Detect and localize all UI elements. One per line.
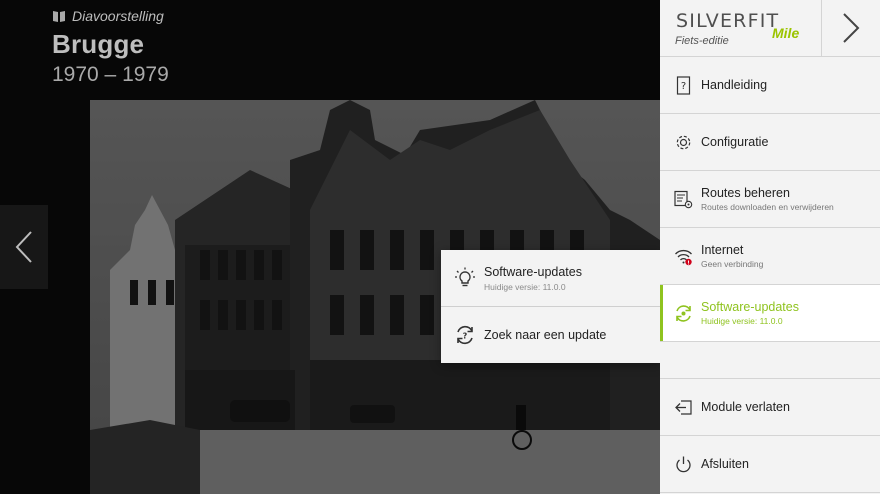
- kicker-text: Diavoorstelling: [72, 8, 164, 24]
- svg-text:!: !: [687, 260, 690, 266]
- menu-label: Configuratie: [701, 135, 769, 149]
- menu-sublabel: Geen verbinding: [701, 259, 764, 269]
- chevron-right-icon: [843, 13, 860, 43]
- wifi-error-icon: !: [675, 249, 692, 266]
- gear-icon: [676, 135, 691, 149]
- logo-edition: Fiets-editie: [675, 35, 729, 47]
- power-icon: [676, 456, 691, 472]
- menu-label: Handleiding: [701, 78, 768, 92]
- check-for-update-label: Zoek naar een update: [484, 328, 607, 342]
- menu-item-afsluiten[interactable]: Afsluiten: [660, 436, 880, 493]
- sync-icon: [676, 304, 691, 322]
- menu-spacer: [660, 342, 880, 379]
- flyout-version-info: Software-updates Huidige versie: 11.0.0: [441, 250, 661, 306]
- flyout-header-sub: Huidige versie: 11.0.0: [484, 281, 566, 292]
- logo-word: SILVERFIT: [676, 10, 780, 32]
- menu-item-module-verlaten[interactable]: Module verlaten: [660, 379, 880, 436]
- slideshow-stage: Diavoorstelling Brugge 1970 – 1979: [0, 0, 660, 494]
- routes-settings-icon: [674, 190, 693, 208]
- menu-header: SILVERFIT Fiets-editie Mile: [660, 0, 880, 57]
- menu-item-routes-beheren[interactable]: Routes beheren Routes downloaden en verw…: [660, 171, 880, 228]
- software-updates-flyout: Software-updates Huidige versie: 11.0.0 …: [441, 250, 661, 363]
- menu-label: Routes beheren: [701, 186, 790, 200]
- flyout-header-label: Software-updates: [484, 264, 582, 279]
- menu-label: Software-updates: [701, 300, 799, 314]
- menu-item-software-updates[interactable]: Software-updates Huidige versie: 11.0.0: [660, 285, 880, 342]
- slideshow-kicker: Diavoorstelling: [52, 6, 169, 26]
- menu-label: Afsluiten: [701, 457, 749, 471]
- silverfit-logo: SILVERFIT Fiets-editie Mile: [660, 0, 822, 56]
- sync-question-icon: ?: [457, 325, 473, 345]
- exit-icon: [675, 399, 692, 415]
- lightbulb-icon: [455, 267, 475, 287]
- svg-text:?: ?: [463, 332, 468, 341]
- help-page-icon: ?: [676, 75, 691, 95]
- menu-sublabel: Routes downloaden en verwijderen: [701, 202, 834, 212]
- menu-label: Internet: [701, 243, 744, 257]
- menu-item-internet[interactable]: ! Internet Geen verbinding: [660, 228, 880, 285]
- slide-caption: Diavoorstelling Brugge 1970 – 1979: [52, 6, 169, 87]
- chevron-left-icon: [15, 231, 32, 263]
- slide-years: 1970 – 1979: [52, 63, 169, 86]
- side-menu: SILVERFIT Fiets-editie Mile ? Handleidin…: [660, 0, 880, 494]
- menu-label: Module verlaten: [701, 400, 790, 414]
- slide-title: Brugge: [52, 29, 145, 59]
- svg-text:?: ?: [681, 81, 686, 92]
- book-icon: [53, 11, 65, 22]
- close-menu-button[interactable]: [822, 0, 880, 56]
- menu-sublabel: Huidige versie: 11.0.0: [701, 316, 783, 326]
- previous-slide-button[interactable]: [0, 205, 48, 289]
- check-for-update-button[interactable]: ? Zoek naar een update: [441, 306, 661, 363]
- logo-mile: Mile: [772, 25, 800, 41]
- menu-item-handleiding[interactable]: ? Handleiding: [660, 57, 880, 114]
- menu-item-configuratie[interactable]: Configuratie: [660, 114, 880, 171]
